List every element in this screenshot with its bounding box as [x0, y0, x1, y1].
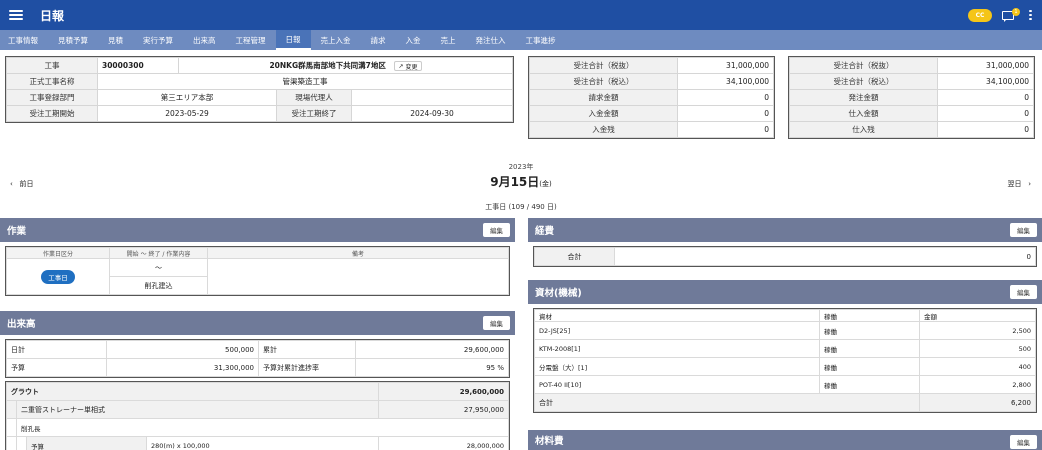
project-name: 20NKG群馬南部地下共同溝7地区: [269, 61, 386, 70]
material-cost-section-header: 材料費 編集: [528, 430, 1042, 450]
tab-7[interactable]: 日報: [275, 30, 311, 50]
department: 第三エリア本部: [97, 89, 277, 106]
tab-8[interactable]: 売上入金: [311, 30, 361, 50]
chevron-left-icon: ‹: [10, 180, 13, 188]
materials-total: 6,200: [919, 393, 1036, 412]
expense-section-header: 経費 編集: [528, 218, 1042, 242]
tab-1[interactable]: 工事情報: [0, 30, 48, 50]
material-row: D2-JS[25] 稼働 2,500: [534, 321, 1036, 340]
chevron-right-icon: ›: [1028, 180, 1031, 188]
material-cost-edit-button[interactable]: 編集: [1010, 435, 1037, 449]
tab-10[interactable]: 入金: [396, 30, 431, 50]
expense-table: 合計 0: [533, 246, 1037, 267]
summary-row: 受注合計（税込） 34,100,000: [529, 73, 774, 90]
work-table: 作業日区分 開始 〜 終了 / 作業内容 備考 工事日 〜 削孔建込: [5, 246, 510, 296]
project-info-table: 工事 30000300 20NKG群馬南部地下共同溝7地区 ↗ 変更 正式工事名称…: [5, 56, 514, 123]
materials-table: 資材 稼働 金額 D2-JS[25] 稼働 2,500 KTM-2008[1] 稼働 50…: [533, 308, 1037, 413]
project-code: 30000300: [97, 57, 179, 74]
workday-count: 工事日 (109 / 490 日): [485, 203, 557, 211]
app-bar: 日報 CC 1: [0, 0, 1042, 30]
daily-output: 500,000: [106, 340, 259, 359]
strainer-total: 27,950,000: [378, 400, 509, 419]
site-agent: [351, 89, 513, 106]
output-edit-button[interactable]: 編集: [483, 316, 510, 330]
tab-bar: 工事情報 見積予算 見積 実行予算 出来高 工程管理 日報 売上入金 請求 入金 売上 発注仕入 工事進…: [0, 30, 1042, 50]
output-section-header: 出来高 編集: [0, 311, 515, 335]
menu-icon[interactable]: [9, 10, 23, 20]
materials-section-header: 資材(機械) 編集: [528, 280, 1042, 304]
summary-row: 受注合計（税抜） 31,000,000: [789, 57, 1034, 74]
tab-3[interactable]: 見積: [98, 30, 133, 50]
page-title: 日報: [40, 8, 65, 23]
material-row: KTM-2008[1] 稼働 500: [534, 339, 1036, 358]
summary-row: 請求金額 0: [529, 89, 774, 106]
material-row: 分電盤（大）[1] 稼働 400: [534, 357, 1036, 376]
material-row: POT-40 II[10] 稼働 2,800: [534, 375, 1036, 394]
more-vert-icon[interactable]: [1029, 10, 1032, 20]
materials-edit-button[interactable]: 編集: [1010, 285, 1037, 299]
summary-row: 入金残 0: [529, 121, 774, 138]
message-icon[interactable]: 1: [1002, 7, 1020, 22]
work-note: [207, 258, 509, 295]
cumulative-output: 29,600,000: [355, 340, 509, 359]
tab-9[interactable]: 請求: [361, 30, 396, 50]
grout-total: 29,600,000: [378, 382, 509, 401]
work-time: 〜: [109, 258, 208, 277]
tab-4[interactable]: 実行予算: [133, 30, 183, 50]
summary-row: 仕入残 0: [789, 121, 1034, 138]
drilling-budget: 28,000,000: [378, 436, 509, 450]
order-purchase-summary: 受注合計（税抜） 31,000,000 受注合計（税込） 34,100,000 発注金額…: [788, 56, 1035, 139]
end-date: 2024-09-30: [351, 105, 513, 122]
tab-6[interactable]: 工程管理: [226, 30, 276, 50]
external-link-icon: ↗: [398, 62, 404, 70]
prev-day-button[interactable]: ‹ 前日: [10, 179, 34, 189]
work-edit-button[interactable]: 編集: [483, 223, 510, 237]
summary-row: 発注金額 0: [789, 89, 1034, 106]
user-avatar[interactable]: CC: [968, 8, 992, 22]
change-button[interactable]: ↗ 変更: [394, 61, 422, 71]
summary-row: 受注合計（税込） 34,100,000: [789, 73, 1034, 90]
summary-row: 仕入金額 0: [789, 105, 1034, 122]
workday-type-badge[interactable]: 工事日: [41, 269, 75, 284]
summary-row: 受注合計（税抜） 31,000,000: [529, 57, 774, 74]
progress-rate: 95 %: [355, 358, 509, 377]
output-detail-table: グラウト 29,600,000 二重管ストレーナー単相式 27,950,000 …: [5, 381, 510, 450]
next-day-button[interactable]: 翌日 ›: [1008, 179, 1032, 189]
output-summary-table: 日計 500,000 累計 29,600,000 予算 31,300,000 予…: [5, 339, 510, 378]
work-section-header: 作業 編集: [0, 218, 515, 242]
summary-row: 入金金額 0: [529, 105, 774, 122]
tab-12[interactable]: 発注仕入: [466, 30, 516, 50]
date-year: 2023年: [508, 163, 534, 171]
expense-edit-button[interactable]: 編集: [1010, 223, 1037, 237]
order-billing-summary: 受注合計（税抜） 31,000,000 受注合計（税込） 34,100,000 請求金額…: [528, 56, 775, 139]
notification-count: 1: [1012, 7, 1020, 16]
expense-total: 0: [614, 247, 1036, 266]
formal-project-name: 管渠築造工事: [97, 73, 513, 90]
tab-5[interactable]: 出来高: [183, 30, 226, 50]
tab-13[interactable]: 工事進捗: [516, 30, 566, 50]
budget-output: 31,300,000: [106, 358, 259, 377]
current-date: 9月15日(金): [490, 175, 552, 189]
work-content: 削孔建込: [109, 276, 208, 295]
start-date: 2023-05-29: [97, 105, 277, 122]
tab-2[interactable]: 見積予算: [48, 30, 98, 50]
tab-11[interactable]: 売上: [431, 30, 466, 50]
